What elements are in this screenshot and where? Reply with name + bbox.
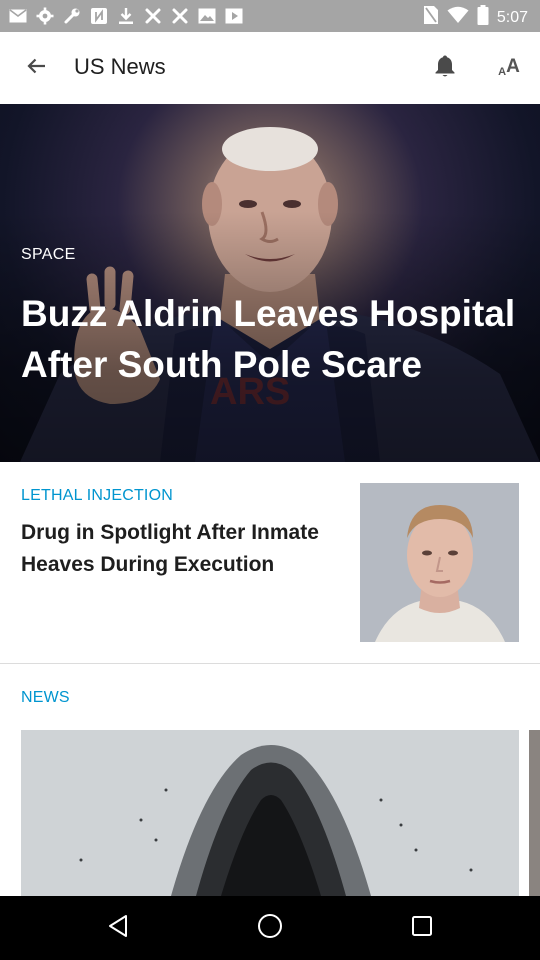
hero-overlay <box>0 104 540 462</box>
back-button[interactable] <box>12 44 60 92</box>
news-story-image[interactable] <box>21 730 519 896</box>
system-nav-bar <box>0 896 540 960</box>
article-headline: Drug in Spotlight After Inmate Heaves Du… <box>21 521 319 576</box>
status-icons-right: 5:07 <box>423 5 528 30</box>
tools-icon <box>143 6 163 26</box>
hero-headline: Buzz Aldrin Leaves Hospital After South … <box>21 293 516 385</box>
battery-icon <box>477 5 489 30</box>
nfc-icon <box>89 6 109 26</box>
settings-icon <box>35 6 55 26</box>
home-circle-icon <box>257 913 283 944</box>
status-bar: 5:07 <box>0 0 540 32</box>
wrench-icon <box>62 6 82 26</box>
text-size-small-glyph: A <box>498 66 507 78</box>
download-icon <box>116 6 136 26</box>
news-story-image-next[interactable] <box>529 730 540 896</box>
hero-story[interactable]: ARS SPACE Buzz Aldrin Leaves Hospital Af… <box>0 104 540 462</box>
article-card[interactable]: LETHAL INJECTION Drug in Spotlight After… <box>0 462 540 664</box>
article-category: LETHAL INJECTION <box>21 487 173 504</box>
section-label-news: NEWS <box>21 689 70 706</box>
bell-icon <box>434 54 456 83</box>
app-bar: US News A A <box>0 32 540 104</box>
mail-icon <box>8 6 28 26</box>
nav-back-button[interactable] <box>96 906 140 950</box>
notifications-button[interactable] <box>421 44 469 92</box>
section-divider <box>0 663 540 664</box>
article-thumbnail <box>360 483 519 642</box>
arrow-back-icon <box>26 56 46 81</box>
nav-recents-button[interactable] <box>400 906 444 950</box>
recents-square-icon <box>411 915 433 942</box>
text-size-button[interactable]: A A <box>485 44 533 92</box>
tools-icon <box>170 6 190 26</box>
back-triangle-icon <box>107 914 129 943</box>
status-time: 5:07 <box>496 8 528 26</box>
text-size-large-glyph: A <box>506 56 520 77</box>
video-icon <box>224 6 244 26</box>
wifi-icon <box>447 6 469 29</box>
no-sim-icon <box>423 5 439 30</box>
hero-category: SPACE <box>21 246 76 263</box>
status-icons-left <box>8 6 244 26</box>
page-title: US News <box>74 54 166 79</box>
photo-icon <box>197 6 217 26</box>
nav-home-button[interactable] <box>248 906 292 950</box>
